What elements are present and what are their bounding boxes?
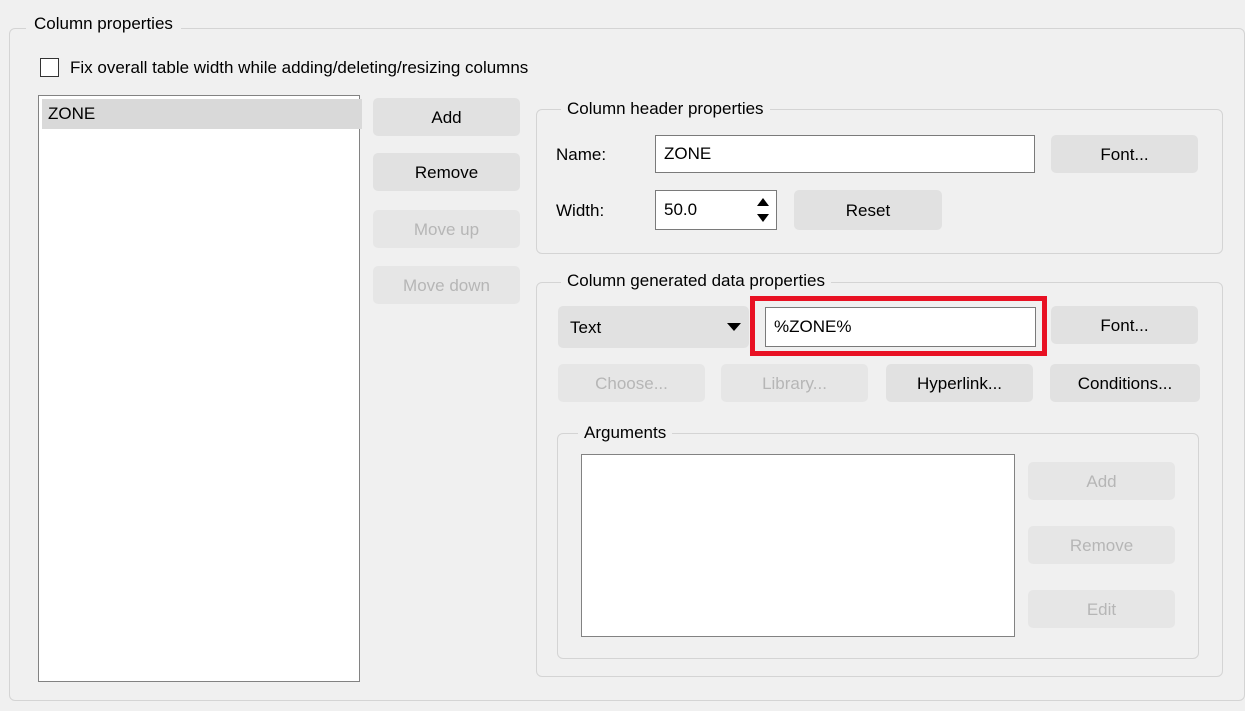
argument-add-button[interactable]: Add [1028, 462, 1175, 500]
data-type-value: Text [570, 317, 602, 337]
spin-up-down-icon[interactable] [754, 193, 772, 227]
column-properties-title: Column properties [26, 14, 181, 34]
add-column-button[interactable]: Add [373, 98, 520, 136]
remove-column-button[interactable]: Remove [373, 153, 520, 191]
move-down-button[interactable]: Move down [373, 266, 520, 304]
columns-listbox[interactable]: ZONE [38, 95, 362, 682]
list-item-zone[interactable]: ZONE [42, 99, 362, 129]
width-label: Width: [556, 201, 605, 220]
arguments-title: Arguments [578, 423, 673, 443]
header-font-button[interactable]: Font... [1051, 135, 1198, 173]
choose-button[interactable]: Choose... [558, 364, 705, 402]
argument-edit-button[interactable]: Edit [1028, 590, 1175, 628]
header-name-value: ZONE [664, 144, 712, 163]
fix-width-checkbox[interactable] [40, 58, 59, 77]
move-up-button[interactable]: Move up [373, 210, 520, 248]
chevron-down-icon [727, 323, 741, 331]
width-spin-arrows[interactable] [754, 193, 772, 227]
data-font-button[interactable]: Font... [1051, 306, 1198, 344]
arguments-listbox[interactable] [581, 454, 1015, 637]
width-spinbox[interactable]: 50.0 [655, 190, 777, 230]
conditions-button[interactable]: Conditions... [1050, 364, 1200, 402]
header-properties-group [536, 109, 1223, 254]
expression-value: %ZONE% [774, 317, 852, 336]
library-button[interactable]: Library... [721, 364, 868, 402]
expression-field[interactable]: %ZONE% [765, 307, 1036, 347]
name-label: Name: [556, 145, 607, 164]
header-properties-title: Column header properties [561, 99, 770, 119]
width-value: 50.0 [664, 200, 698, 219]
generated-data-title: Column generated data properties [561, 271, 831, 291]
reset-width-button[interactable]: Reset [794, 190, 942, 230]
hyperlink-button[interactable]: Hyperlink... [886, 364, 1033, 402]
header-name-field[interactable]: ZONE [655, 135, 1035, 173]
fix-width-label[interactable]: Fix overall table width while adding/del… [70, 58, 528, 78]
list-item-label: ZONE [48, 104, 96, 123]
argument-remove-button[interactable]: Remove [1028, 526, 1175, 564]
data-type-dropdown[interactable]: Text [558, 306, 749, 348]
